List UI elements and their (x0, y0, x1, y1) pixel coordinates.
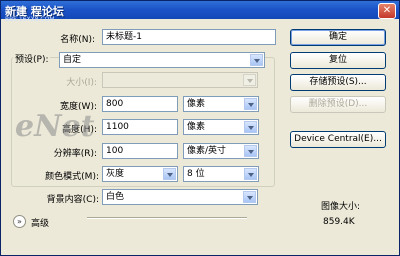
resolution-input[interactable]: 100 (102, 143, 178, 159)
height-label: 高度(H): (62, 125, 97, 135)
height-input[interactable]: 1100 (102, 119, 178, 135)
width-unit-value: 像素 (187, 99, 206, 109)
title-bar[interactable]: 新建 程论坛 BBS.16XX8.COM ✕ (1, 1, 399, 23)
height-unit-value: 像素 (187, 122, 206, 132)
resolution-label: 分辨率(R): (53, 149, 97, 159)
chevron-down-icon (244, 121, 257, 133)
size-label: 大小(I): (66, 78, 97, 88)
chevron-down-icon (243, 191, 256, 203)
chevron-down-icon (244, 98, 257, 110)
height-unit-select[interactable]: 像素 (183, 119, 259, 135)
bit-depth-value: 8 位 (187, 169, 205, 179)
name-label: 名称(N): (60, 35, 95, 45)
name-input[interactable]: 未标题-1 (102, 29, 276, 45)
background-label: 背景内容(C): (46, 195, 99, 205)
chevron-down-icon (244, 145, 257, 157)
resolution-unit-select[interactable]: 像素/英寸 (183, 143, 259, 159)
background-value: 白色 (106, 192, 125, 202)
preset-select[interactable]: 自定 (59, 52, 265, 68)
resolution-unit-value: 像素/英寸 (187, 146, 227, 156)
chevron-down-icon (243, 74, 256, 86)
device-central-button[interactable]: Device Central(E)... (290, 131, 386, 148)
new-document-dialog: 新建 程论坛 BBS.16XX8.COM ✕ 名称(N): 未标题-1 预设(P… (0, 0, 400, 256)
watermark-url: BBS.16XX8.COM (5, 16, 55, 23)
width-unit-select[interactable]: 像素 (183, 96, 259, 112)
color-mode-label: 颜色模式(M): (45, 172, 99, 182)
color-mode-value: 灰度 (106, 169, 125, 179)
delete-preset-button: 删除预设(D)... (290, 96, 386, 113)
preset-value: 自定 (63, 55, 82, 65)
close-button[interactable]: ✕ (378, 3, 396, 19)
background-select[interactable]: 白色 (102, 189, 258, 205)
chevron-down-icon (244, 168, 257, 180)
bit-depth-select[interactable]: 8 位 (183, 166, 259, 182)
expand-advanced-icon[interactable]: » (13, 215, 26, 228)
image-size-label: 图像大小: (321, 202, 361, 212)
chevron-down-icon (163, 168, 176, 180)
save-preset-button[interactable]: 存储预设(S)... (290, 74, 386, 91)
width-label: 宽度(W): (60, 102, 97, 112)
preset-label: 预设(P): (13, 52, 51, 65)
advanced-label[interactable]: 高级 (31, 216, 49, 229)
reset-button[interactable]: 复位 (290, 52, 386, 69)
width-input[interactable]: 800 (102, 96, 178, 112)
size-select (102, 72, 258, 88)
advanced-divider (87, 217, 247, 219)
chevron-down-icon (250, 54, 263, 66)
image-size-value: 859.4K (323, 217, 355, 227)
ok-button[interactable]: 确定 (290, 29, 386, 46)
color-mode-select[interactable]: 灰度 (102, 166, 178, 182)
